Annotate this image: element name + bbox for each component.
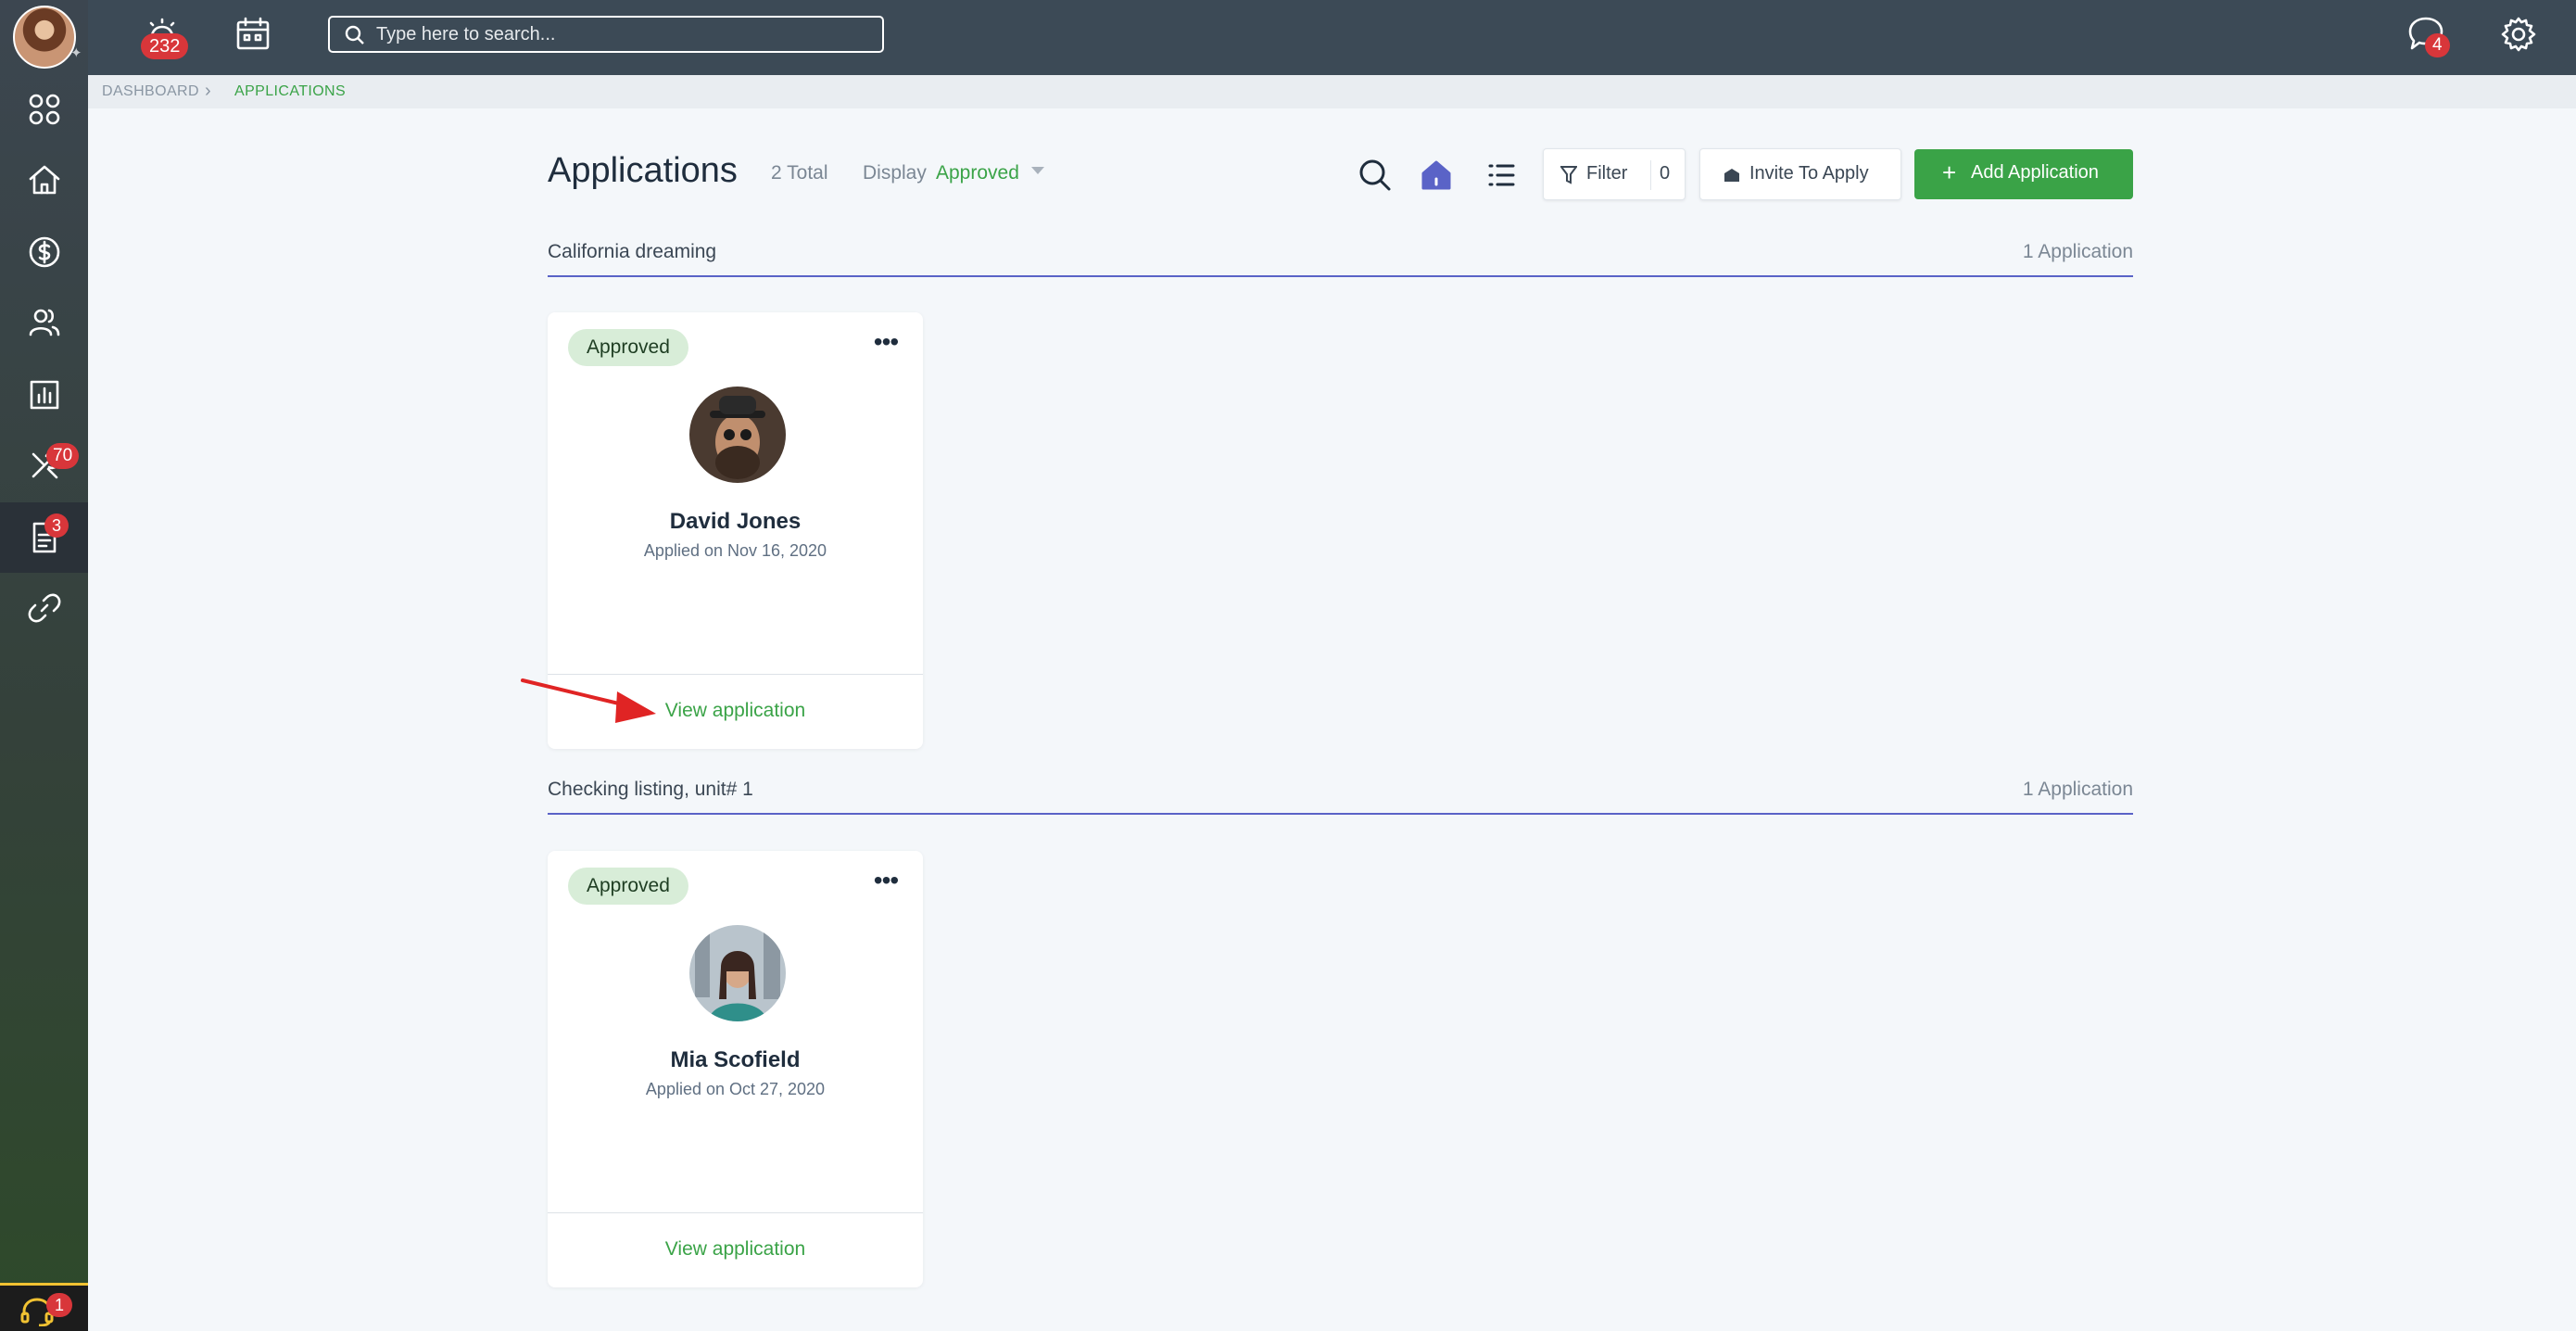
link-icon [28,593,60,623]
applicant-name: David Jones [669,509,802,534]
house-icon [1421,160,1451,190]
messages-badge: 4 [2425,33,2450,57]
pin-icon[interactable]: ✦ [70,46,85,61]
sidebar-item-apps[interactable] [0,74,88,145]
chevron-right-icon: › [205,81,211,101]
invite-to-apply-button[interactable]: Invite To Apply [1699,148,1901,200]
page-title: Applications [548,151,738,190]
group-title: Checking listing, unit# 1 [548,779,753,800]
more-options-icon[interactable]: ••• [872,329,900,361]
invite-label: Invite To Apply [1749,163,1869,184]
filter-count: 0 [1660,163,1671,184]
add-label: Add Application [1971,162,2099,183]
support-button[interactable]: 1 [0,1283,88,1331]
display-label: Display [863,162,927,184]
application-card: Approved ••• Mia Scofield Applied on Oct… [548,851,923,1287]
list-view-button[interactable] [1483,157,1520,194]
support-badge: 1 [46,1293,72,1317]
sidebar-item-links[interactable] [0,573,88,643]
search-input[interactable] [376,21,867,47]
search-icon [345,25,364,44]
sidebar-item-maintenance[interactable]: 70 [0,430,88,501]
total-count: 2 Total [771,162,828,184]
sidebar-item-reports[interactable] [0,360,88,430]
topbar: 232 4 [88,0,2576,75]
sidebar-item-accounting[interactable] [0,217,88,287]
alerts-button[interactable]: 232 [141,13,189,59]
applicant-avatar [689,925,786,1021]
messages-button[interactable]: 4 [2405,13,2450,57]
calendar-button[interactable] [232,13,274,56]
alerts-badge: 232 [141,33,189,59]
status-badge: Approved [568,868,688,905]
card-divider [548,1212,923,1213]
plus-icon: + [1942,158,1957,186]
caret-down-icon[interactable] [1031,167,1044,174]
more-options-icon[interactable]: ••• [872,868,900,899]
home-icon [29,165,59,195]
group-count: 1 Application [2022,241,2133,262]
breadcrumb-dashboard[interactable]: DASHBOARD [102,83,199,100]
envelope-icon [1724,169,1739,182]
filter-button[interactable]: Filter 0 [1543,148,1686,200]
applied-date: Applied on Nov 16, 2020 [643,541,827,560]
breadcrumb-current: APPLICATIONS [234,83,347,99]
gear-icon [2501,17,2536,52]
add-application-button[interactable]: + Add Application [1914,149,2133,199]
sidebar-item-people[interactable] [0,287,88,358]
applied-date: Applied on Oct 27, 2020 [645,1080,826,1098]
bar-chart-icon [30,380,58,410]
group-count: 1 Application [2022,779,2133,800]
calendar-icon [236,17,270,50]
breadcrumb: DASHBOARD › APPLICATIONS [88,75,2576,108]
annotation-arrow-icon [521,678,656,723]
property-view-button[interactable] [1418,157,1455,194]
search-icon [1359,159,1391,191]
filter-label: Filter [1586,163,1628,184]
maintenance-badge: 70 [46,443,80,469]
apps-grid-icon [29,94,59,125]
search-box[interactable] [328,16,884,53]
dollar-icon [29,236,59,268]
view-application-link[interactable]: View application [548,1238,923,1261]
settings-button[interactable] [2497,13,2540,56]
list-icon [1488,164,1515,186]
filter-divider [1650,160,1651,190]
group-title: California dreaming [548,241,717,262]
group-divider [548,275,2133,277]
sidebar: ✦ 70 3 1 [0,0,88,1331]
search-toggle-button[interactable] [1357,157,1394,194]
sidebar-item-applications[interactable]: 3 [0,502,88,573]
group-divider [548,813,2133,815]
applications-badge: 3 [44,513,69,538]
applicant-avatar [689,387,786,483]
sidebar-item-home[interactable] [0,145,88,215]
applicant-name: Mia Scofield [670,1047,801,1072]
people-icon [29,309,59,336]
status-badge: Approved [568,329,688,366]
user-avatar[interactable] [13,6,76,69]
funnel-icon [1560,166,1577,184]
display-filter-select[interactable]: Approved [936,162,1019,184]
